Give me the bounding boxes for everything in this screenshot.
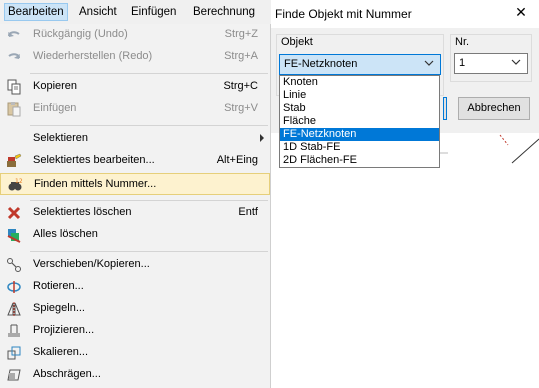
- mirror-icon: [7, 302, 21, 316]
- menu-item-label: Wiederherstellen (Redo): [33, 50, 153, 62]
- option-flaeche[interactable]: Fläche: [280, 115, 439, 128]
- menu-item-shortcut: Entf: [238, 206, 258, 218]
- menu-einfuegen[interactable]: Einfügen: [128, 3, 179, 21]
- svg-text:12: 12: [15, 178, 23, 185]
- nr-select[interactable]: 1: [454, 53, 528, 74]
- menu-item-label: Rotieren...: [33, 280, 84, 292]
- menu-separator: [30, 200, 268, 201]
- cancel-button-label: Abbrechen: [467, 102, 521, 114]
- project-icon: [8, 324, 20, 337]
- paste-icon: [7, 102, 21, 117]
- find-object-dialog: Finde Objekt mit Nummer ✕ Objekt FE-Netz…: [271, 0, 539, 388]
- menu-item-scale[interactable]: Skalieren...: [0, 342, 270, 364]
- option-knoten[interactable]: Knoten: [280, 76, 439, 89]
- nr-label: Nr.: [453, 36, 472, 48]
- menu-item-label: Alles löschen: [33, 228, 98, 240]
- objekt-dropdown-list: Knoten Linie Stab Fläche FE-Netzknoten 1…: [279, 75, 440, 168]
- option-1d-stab-fe[interactable]: 1D Stab-FE: [280, 141, 439, 154]
- menu-item-label: Rückgängig (Undo): [33, 28, 128, 40]
- menu-berechnung[interactable]: Berechnung: [190, 3, 258, 21]
- option-stab[interactable]: Stab: [280, 102, 439, 115]
- menu-item-delete-selection[interactable]: Selektiertes löschen Entf: [0, 202, 270, 224]
- menu-item-undo[interactable]: Rückgängig (Undo) Strg+Z: [0, 24, 270, 46]
- edit-dropdown-menu: Rückgängig (Undo) Strg+Z Wiederherstelle…: [0, 24, 271, 388]
- menu-berechnung-label: Berechnung: [193, 6, 256, 18]
- menu-item-shear[interactable]: Abschrägen...: [0, 364, 270, 386]
- menu-item-paste[interactable]: Einfügen Strg+V: [0, 98, 270, 120]
- cancel-button[interactable]: Abbrechen: [458, 97, 530, 120]
- menu-item-copy[interactable]: Kopieren Strg+C: [0, 76, 270, 98]
- menu-separator: [30, 125, 268, 126]
- menu-item-label: Verschieben/Kopieren...: [33, 258, 150, 270]
- menu-bearbeiten[interactable]: Bearbeiten: [4, 3, 68, 21]
- chevron-down-icon: [424, 60, 434, 66]
- menu-ansicht-label: Ansicht: [79, 6, 117, 18]
- rotate-icon: [7, 281, 21, 293]
- menu-item-label: Selektiertes löschen: [33, 206, 132, 218]
- move-copy-icon: [7, 258, 21, 272]
- menu-item-redo[interactable]: Wiederherstellen (Redo) Strg+A: [0, 46, 270, 68]
- objekt-label: Objekt: [279, 36, 315, 48]
- menu-item-move-copy[interactable]: Verschieben/Kopieren...: [0, 254, 270, 276]
- option-2d-flaechen-fe[interactable]: 2D Flächen-FE: [280, 154, 439, 167]
- delete-all-icon: [7, 229, 21, 243]
- nr-select-value: 1: [459, 57, 466, 69]
- menu-item-shortcut: Strg+V: [224, 102, 258, 114]
- menu-bearbeiten-label: Bearbeiten: [8, 6, 64, 18]
- menu-einfuegen-label: Einfügen: [131, 6, 177, 18]
- menu-item-label: Selektiertes bearbeiten...: [33, 154, 155, 166]
- find-by-number-icon: 12: [8, 178, 23, 191]
- menu-item-label: Selektieren: [33, 132, 89, 144]
- menu-separator: [30, 251, 268, 252]
- menu-separator: [30, 73, 268, 74]
- menu-item-label: Spiegeln...: [33, 302, 85, 314]
- chevron-down-icon: [511, 59, 521, 65]
- copy-icon: [7, 79, 21, 95]
- redo-icon: [8, 53, 20, 59]
- menu-item-label: Skalieren...: [33, 346, 89, 358]
- menu-item-label: Kopieren: [33, 80, 78, 92]
- menu-item-label: Projizieren...: [33, 324, 95, 336]
- menu-item-delete-all[interactable]: Alles löschen: [0, 224, 270, 246]
- menu-item-mirror[interactable]: Spiegeln...: [0, 298, 270, 320]
- edit-selection-icon: [7, 153, 22, 167]
- menu-item-find-by-number[interactable]: 12 Finden mittels Nummer...: [0, 173, 270, 195]
- close-icon[interactable]: ✕: [513, 4, 529, 21]
- menu-item-shortcut: Strg+A: [224, 50, 258, 62]
- model-canvas-fragment: [440, 134, 539, 164]
- menu-item-project[interactable]: Projizieren...: [0, 320, 270, 342]
- submenu-arrow-icon: [260, 134, 264, 142]
- menu-item-label: Einfügen: [33, 102, 77, 114]
- delete-selection-icon: [7, 206, 21, 220]
- option-linie[interactable]: Linie: [280, 89, 439, 102]
- option-fe-netzknoten[interactable]: FE-Netzknoten: [280, 128, 439, 141]
- menu-item-edit-selection[interactable]: Selektiertes bearbeiten... Alt+Eing: [0, 150, 270, 172]
- ok-button[interactable]: [443, 97, 447, 120]
- dialog-title: Finde Objekt mit Nummer: [275, 7, 412, 21]
- menu-item-shortcut: Alt+Eing: [216, 154, 258, 166]
- menu-item-label: Abschrägen...: [33, 368, 101, 380]
- menu-item-label: Finden mittels Nummer...: [34, 178, 157, 190]
- menu-ansicht[interactable]: Ansicht: [76, 3, 120, 21]
- menu-item-shortcut: Strg+C: [223, 80, 258, 92]
- menu-item-rotate[interactable]: Rotieren...: [0, 276, 270, 298]
- undo-icon: [8, 31, 20, 37]
- menu-bar: Bearbeiten Ansicht Einfügen Berechnung: [0, 0, 271, 24]
- objekt-select-value: FE-Netzknoten: [284, 58, 358, 70]
- shear-icon: [7, 369, 21, 381]
- scale-icon: [7, 346, 21, 360]
- objekt-select[interactable]: FE-Netzknoten: [279, 54, 441, 75]
- menu-item-shortcut: Strg+Z: [224, 28, 258, 40]
- menu-item-select[interactable]: Selektieren: [0, 128, 270, 150]
